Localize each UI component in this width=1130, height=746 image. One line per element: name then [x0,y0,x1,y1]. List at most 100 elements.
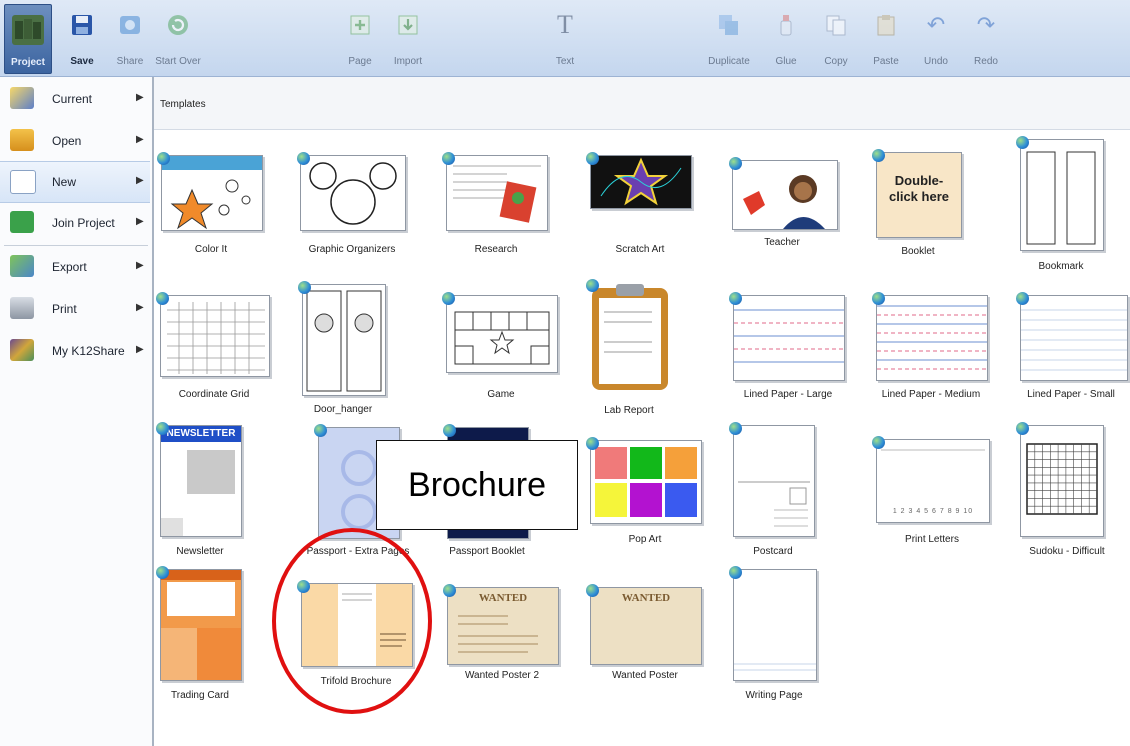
template-label: Lined Paper - Large [743,389,833,400]
import-label: Import [393,56,423,67]
globe-icon [1016,292,1029,305]
template-thumbnail [733,295,845,381]
copy-button[interactable]: Copy [808,6,864,72]
folder-icon [10,129,34,151]
template-thumbnail [446,155,548,231]
template-label: Scratch Art [615,244,665,255]
chevron-right-icon: ▶ [136,92,144,103]
duplicate-button[interactable]: Duplicate [701,6,757,72]
project-label: Project [11,57,45,68]
template-label: Newsletter [176,546,224,557]
start-over-label: Start Over [155,56,201,67]
glue-icon [773,12,799,38]
template-label: Research [474,244,518,255]
chevron-right-icon: ▶ [136,134,144,145]
duplicate-icon [716,12,742,38]
templates-header: Templates [154,77,1130,130]
paste-icon [873,12,899,38]
template-thumbnail [161,155,263,231]
glue-label: Glue [775,56,797,67]
start-over-button[interactable]: Start Over [150,6,206,72]
template-label: Wanted Poster 2 [464,670,540,681]
sidebar-item-label: Open [52,134,82,148]
template-label: Teacher [764,237,800,248]
export-icon [10,255,34,277]
template-label: Graphic Organizers [308,244,396,255]
text-icon: T [557,10,573,39]
template-label: Door_hanger [313,404,373,415]
globe-icon [586,584,599,597]
print-letters-thumb-text: 1 2 3 4 5 6 7 8 9 10 [892,508,974,515]
printer-icon [10,297,34,319]
templates-title: Templates [160,99,206,110]
template-label: Coordinate Grid [178,389,250,400]
copy-label: Copy [824,56,848,67]
template-thumbnail [590,440,702,524]
globe-icon [872,292,885,305]
sidebar-item-label: New [52,175,77,189]
sidebar-item-export[interactable]: Export ▶ [0,247,150,287]
template-label: Lined Paper - Small [1027,389,1115,400]
sidebar-item-my-k12share[interactable]: My K12Share ▶ [0,331,150,371]
template-label: Trading Card [171,690,229,701]
globe-icon [586,279,599,292]
template-thumbnail [300,155,406,231]
template-label: Color It [194,244,228,255]
template-thumbnail: Double-click here [876,152,962,238]
template-thumbnail: WANTED [590,587,702,665]
chevron-right-icon: ▶ [136,302,144,313]
toolbar: Project Save Share Start Over Page Impor… [0,0,1130,77]
globe-icon [443,424,456,437]
template-thumbnail [160,295,270,377]
sidebar: Current ▶ Open ▶ New ▶ Join Project ▶ Ex… [0,77,154,746]
project-button[interactable]: Project [4,4,52,74]
sidebar-item-label: Export [52,260,87,274]
highlight-circle [272,528,432,714]
glue-button[interactable]: Glue [758,6,814,72]
template-thumbnail [1020,139,1104,251]
globe-icon [872,436,885,449]
pencil-icon [10,87,34,109]
globe-icon [729,292,742,305]
sidebar-item-join-project[interactable]: Join Project ▶ [0,203,150,243]
project-icon [12,15,44,45]
undo-icon: ↶ [926,12,946,37]
globe-icon [157,152,170,165]
chevron-right-icon: ▶ [136,216,144,227]
globe-icon [872,149,885,162]
template-thumbnail [733,425,815,537]
duplicate-label: Duplicate [708,56,750,67]
template-label: Lined Paper - Medium [881,389,981,400]
sidebar-item-new[interactable]: New ▶ [0,161,150,203]
brochure-callout: Brochure [376,440,578,530]
template-label: Game [487,389,515,400]
paste-label: Paste [873,56,899,67]
redo-label: Redo [974,56,998,67]
sidebar-item-print[interactable]: Print ▶ [0,289,150,329]
globe-icon [156,292,169,305]
template-thumbnail [1020,295,1128,381]
globe-icon [156,566,169,579]
paste-button[interactable]: Paste [858,6,914,72]
newsletter-thumb-text: NEWSLETTER [161,426,241,442]
join-icon [10,211,34,233]
add-page-icon [347,12,373,38]
sidebar-item-open[interactable]: Open ▶ [0,121,150,161]
redo-icon: ↷ [976,12,996,37]
import-button[interactable]: Import [380,6,436,72]
template-label: Print Letters [905,534,959,545]
globe-icon [314,424,327,437]
sidebar-item-current[interactable]: Current ▶ [0,79,150,119]
undo-button[interactable]: ↶ Undo [908,6,964,72]
chevron-right-icon: ▶ [136,260,144,271]
text-button[interactable]: T Text [537,6,593,72]
booklet-thumb-text: Double-click here [889,173,949,204]
template-thumbnail [590,155,692,209]
text-label: Text [555,56,575,67]
globe-icon [729,422,742,435]
template-label: Wanted Poster [612,670,678,681]
redo-button[interactable]: ↷ Redo [958,6,1014,72]
chevron-right-icon: ▶ [136,175,144,186]
undo-label: Undo [924,56,948,67]
template-label: Passport Booklet [449,546,525,557]
